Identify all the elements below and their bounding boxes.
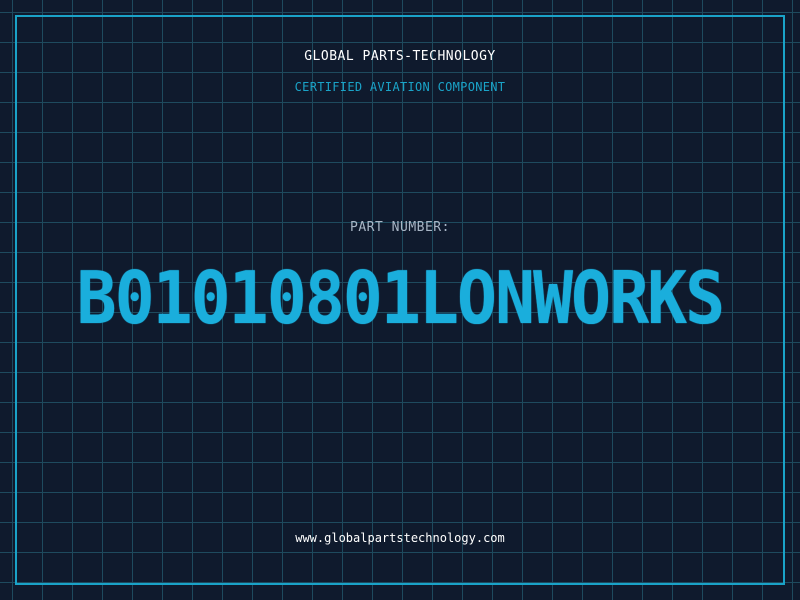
certificate-card: GLOBAL PARTS-TECHNOLOGY CERTIFIED AVIATI… [0, 0, 800, 600]
part-number-value: B01010801LONWORKS [76, 256, 726, 340]
part-number-label: PART NUMBER: [350, 220, 450, 235]
website-url: www.globalpartstechnology.com [295, 531, 505, 545]
company-name: GLOBAL PARTS-TECHNOLOGY [304, 49, 496, 64]
certification-line: CERTIFIED AVIATION COMPONENT [294, 80, 506, 94]
